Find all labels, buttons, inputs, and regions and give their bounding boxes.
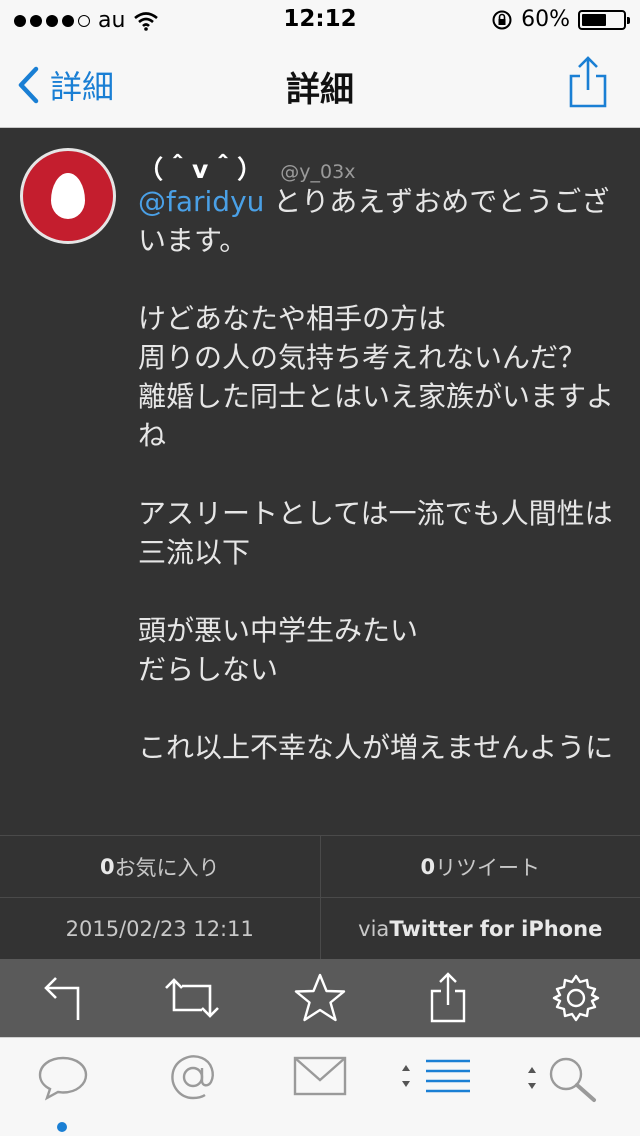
share-button[interactable]	[566, 54, 610, 114]
favorites-count[interactable]: 0 お気に入り	[0, 836, 320, 898]
tweet-text: @faridyu とりあえずおめでとうございます。 けどあなたや相手の方は 周り…	[138, 182, 620, 767]
display-name: （＾v＾）	[138, 155, 265, 184]
favorites-label: お気に入り	[114, 856, 220, 880]
timestamp: 2015/02/23 12:11	[65, 917, 254, 941]
battery-icon	[578, 9, 630, 30]
gear-icon	[552, 974, 600, 1022]
tweet-meta: 2015/02/23 12:11 via Twitter for iPhone	[0, 897, 640, 960]
navigation-bar: 詳細 詳細	[0, 40, 640, 128]
tweet-body: とりあえずおめでとうございます。 けどあなたや相手の方は 周りの人の気持ち考えれ…	[138, 185, 615, 764]
egg-icon	[51, 173, 85, 219]
status-bar: au 12:12 60%	[0, 0, 640, 40]
favorites-number: 0	[99, 855, 115, 879]
share-icon	[569, 56, 607, 108]
action-bar	[0, 959, 640, 1037]
reply-button[interactable]	[34, 968, 94, 1028]
tweet-detail: （＾v＾） @y_03x @faridyu とりあえずおめでとうございます。 け…	[0, 128, 640, 835]
envelope-icon	[293, 1056, 347, 1096]
star-icon	[294, 973, 346, 1022]
battery-percent: 60%	[521, 7, 570, 32]
tweet-author: （＾v＾） @y_03x	[138, 150, 355, 186]
list-icon	[402, 1059, 470, 1093]
user-handle: @y_03x	[280, 161, 356, 183]
avatar[interactable]	[20, 148, 116, 244]
mention-link[interactable]: @faridyu	[138, 185, 264, 218]
via-prefix: via	[358, 917, 390, 941]
reply-icon	[44, 977, 80, 1020]
retweet-icon	[165, 978, 219, 1018]
status-right: 60%	[491, 7, 630, 32]
retweet-button[interactable]	[162, 968, 222, 1028]
via-client[interactable]: via Twitter for iPhone	[319, 898, 640, 960]
retweets-count[interactable]: 0 リツイート	[319, 836, 640, 898]
share-icon	[430, 972, 466, 1023]
retweets-label: リツイート	[435, 856, 541, 880]
retweets-number: 0	[420, 855, 436, 879]
tweet-stats: 0 お気に入り 0 リツイート	[0, 835, 640, 898]
favorite-button[interactable]	[290, 968, 350, 1028]
at-sign-icon	[171, 1055, 214, 1100]
share-tweet-button[interactable]	[418, 968, 478, 1028]
tab-search[interactable]	[526, 1052, 606, 1108]
search-icon	[528, 1057, 596, 1102]
tab-lists[interactable]	[398, 1052, 474, 1104]
page-title: 詳細	[286, 70, 354, 110]
tab-mentions[interactable]	[168, 1052, 218, 1106]
speech-bubble-icon	[38, 1056, 88, 1101]
client-name: Twitter for iPhone	[389, 917, 603, 941]
tab-bar	[0, 1037, 640, 1136]
active-tab-indicator	[57, 1122, 67, 1132]
tab-messages[interactable]	[292, 1052, 348, 1104]
settings-button[interactable]	[546, 968, 606, 1028]
rotation-lock-icon	[492, 10, 512, 29]
tab-timeline[interactable]	[36, 1052, 90, 1106]
